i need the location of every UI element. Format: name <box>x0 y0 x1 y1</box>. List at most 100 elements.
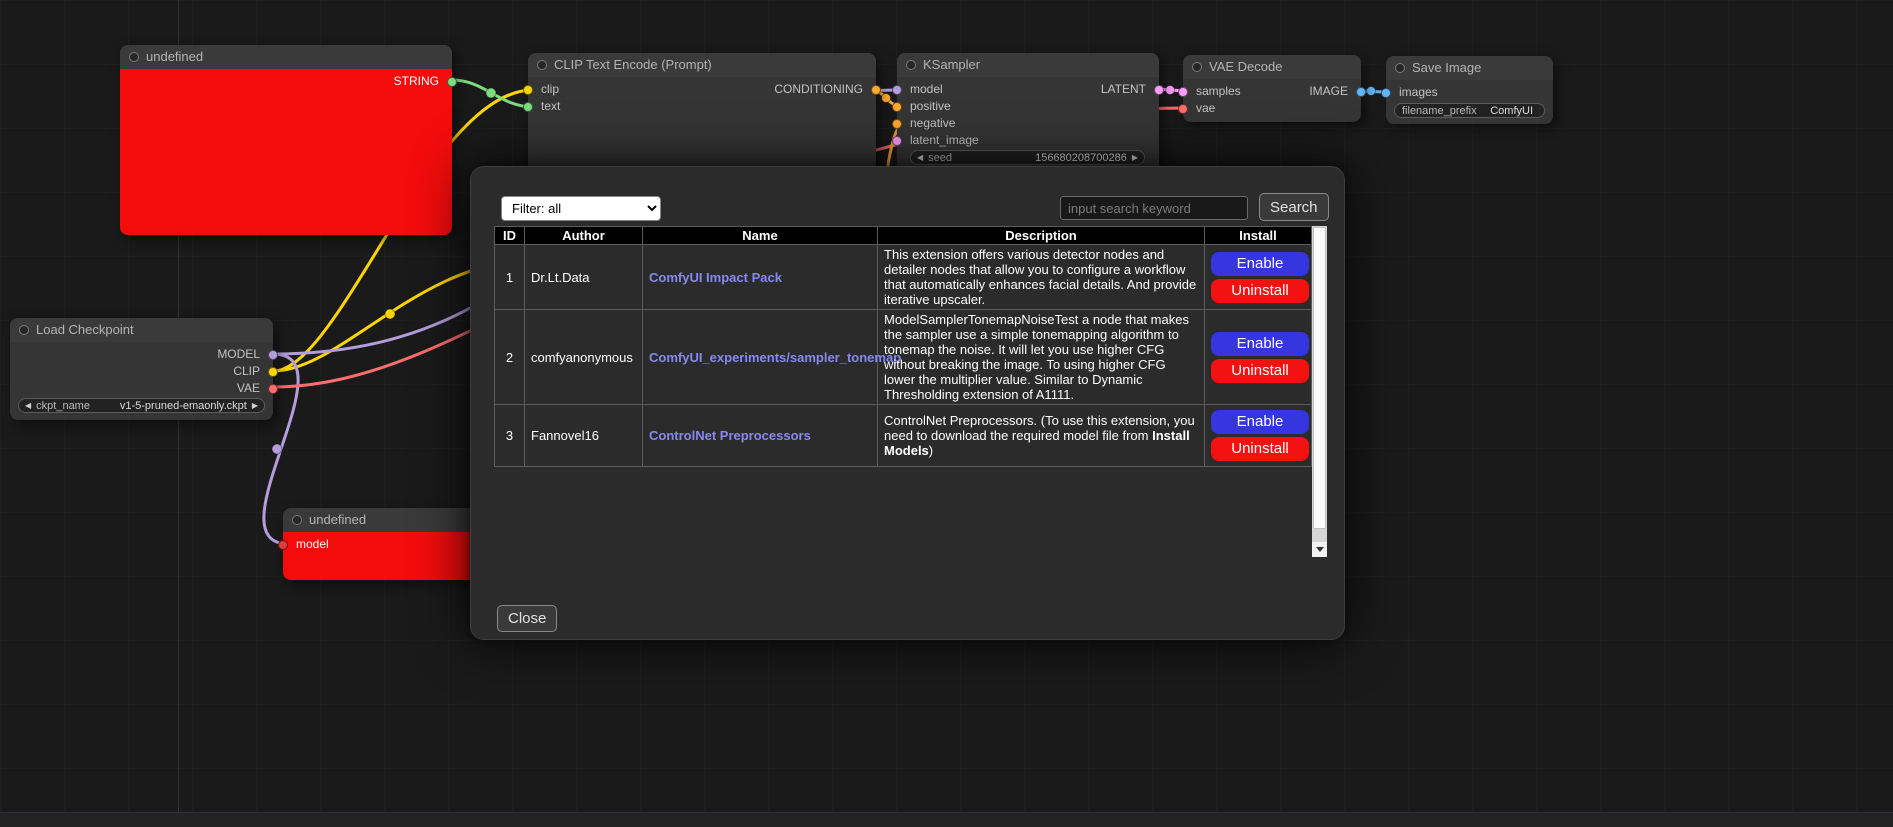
model-output-dot[interactable] <box>268 350 278 360</box>
enable-button[interactable]: Enable <box>1211 410 1309 434</box>
enable-button[interactable]: Enable <box>1211 332 1309 356</box>
uninstall-button[interactable]: Uninstall <box>1211 279 1309 303</box>
output-slot-image[interactable]: IMAGE <box>1183 83 1361 100</box>
comfyui-canvas[interactable]: undefined STRING CLIP Text Encode (Promp… <box>0 0 1893 827</box>
node-title: undefined <box>146 45 203 69</box>
output-slot-conditioning[interactable]: CONDITIONING <box>528 81 876 98</box>
node-title-bar[interactable]: VAE Decode <box>1183 55 1361 79</box>
input-slot-latent-image[interactable]: latent_image <box>897 132 1159 149</box>
widget-value: v1-5-pruned-emaonly.ckpt <box>120 400 247 412</box>
input-slot-images[interactable]: images <box>1386 84 1553 101</box>
image-output-dot[interactable] <box>1356 87 1366 97</box>
string-output-dot[interactable] <box>447 77 457 87</box>
node-title-bar[interactable]: undefined <box>120 45 452 69</box>
positive-input-dot[interactable] <box>892 102 902 112</box>
node-title: KSampler <box>923 53 980 77</box>
filter-select[interactable]: Filter: all <box>501 196 661 221</box>
widget-label: ckpt_name <box>36 400 90 412</box>
conditioning-output-dot[interactable] <box>871 85 881 95</box>
node-title-bar[interactable]: Load Checkpoint <box>10 318 273 342</box>
slot-label: latent_image <box>910 133 979 147</box>
output-slot-latent[interactable]: LATENT <box>897 81 1159 98</box>
close-button[interactable]: Close <box>497 605 557 632</box>
node-vae-decode[interactable]: VAE Decode samples vae IMAGE <box>1183 55 1361 122</box>
latent-output-dot[interactable] <box>1154 85 1164 95</box>
decrement-arrow-icon[interactable]: ◀ <box>25 398 31 413</box>
collapse-dot-icon[interactable] <box>1395 63 1405 73</box>
collapse-dot-icon[interactable] <box>129 52 139 62</box>
collapse-dot-icon[interactable] <box>906 60 916 70</box>
search-input[interactable] <box>1060 196 1248 220</box>
collapse-dot-icon[interactable] <box>292 515 302 525</box>
table-scrollbar[interactable] <box>1312 226 1327 557</box>
ext-description: ModelSamplerTonemapNoiseTest a node that… <box>878 310 1205 405</box>
slot-label: model <box>296 537 329 551</box>
widget-value: 156680208700286 <box>1035 152 1127 164</box>
extension-row: 3 Fannovel16 ControlNet Preprocessors Co… <box>495 405 1312 467</box>
output-slot-model[interactable]: MODEL <box>10 346 273 363</box>
uninstall-button[interactable]: Uninstall <box>1211 359 1309 383</box>
link-midpoint-dot <box>882 94 891 103</box>
ext-link[interactable]: ControlNet Preprocessors <box>649 428 811 443</box>
node-title-bar[interactable]: Save Image <box>1386 56 1553 80</box>
output-slot-string[interactable]: STRING <box>120 73 452 90</box>
collapse-dot-icon[interactable] <box>19 325 29 335</box>
link-midpoint-dot <box>385 309 395 319</box>
widget-value: ComfyUI <box>1490 105 1533 117</box>
ckpt-name-widget[interactable]: ◀ ckpt_name v1-5-pruned-emaonly.ckpt ▶ <box>18 398 265 413</box>
vae-input-dot[interactable] <box>1178 104 1188 114</box>
output-slot-clip[interactable]: CLIP <box>10 363 273 380</box>
node-undefined-top[interactable]: undefined STRING <box>120 45 452 235</box>
node-title-bar[interactable]: KSampler <box>897 53 1159 77</box>
collapse-dot-icon[interactable] <box>1192 62 1202 72</box>
input-slot-vae[interactable]: vae <box>1183 100 1361 117</box>
slot-label: STRING <box>394 74 439 88</box>
ext-description: ControlNet Preprocessors. (To use this e… <box>878 405 1205 467</box>
search-button[interactable]: Search <box>1259 193 1329 221</box>
node-title: Load Checkpoint <box>36 318 134 342</box>
node-save-image[interactable]: Save Image images filename_prefix ComfyU… <box>1386 56 1553 124</box>
latent-image-input-dot[interactable] <box>892 136 902 146</box>
extensions-table: ID Author Name Description Install 1 Dr.… <box>494 226 1311 467</box>
node-title-bar[interactable]: CLIP Text Encode (Prompt) <box>528 53 876 77</box>
increment-arrow-icon[interactable]: ▶ <box>252 398 258 413</box>
text-input-dot[interactable] <box>523 102 533 112</box>
ext-link[interactable]: ComfyUI_experiments/sampler_tonemap <box>649 350 901 365</box>
uninstall-button[interactable]: Uninstall <box>1211 437 1309 461</box>
output-slot-vae[interactable]: VAE <box>10 380 273 397</box>
header-id: ID <box>495 227 525 245</box>
slot-label: VAE <box>237 381 260 395</box>
model-input-dot[interactable] <box>278 540 288 550</box>
seed-widget[interactable]: ◀ seed 156680208700286 ▶ <box>910 150 1145 165</box>
input-slot-text[interactable]: text <box>528 98 876 115</box>
node-load-checkpoint[interactable]: Load Checkpoint MODEL CLIP VAE ◀ ckp <box>10 318 273 420</box>
arrow-down-icon <box>1316 547 1324 552</box>
enable-button[interactable]: Enable <box>1211 252 1309 276</box>
increment-arrow-icon[interactable]: ▶ <box>1132 150 1138 165</box>
link-midpoint-dot <box>1166 86 1175 95</box>
input-slot-positive[interactable]: positive <box>897 98 1159 115</box>
extension-row: 1 Dr.Lt.Data ComfyUI Impact Pack This ex… <box>495 245 1312 310</box>
node-title: Save Image <box>1412 56 1481 80</box>
scrollbar-thumb[interactable] <box>1313 227 1326 529</box>
widget-label: seed <box>928 152 952 164</box>
negative-input-dot[interactable] <box>892 119 902 129</box>
input-slot-negative[interactable]: negative <box>897 115 1159 132</box>
images-input-dot[interactable] <box>1381 88 1391 98</box>
extension-row: 2 comfyanonymous ComfyUI_experiments/sam… <box>495 310 1312 405</box>
ext-link[interactable]: ComfyUI Impact Pack <box>649 270 782 285</box>
clip-output-dot[interactable] <box>268 367 278 377</box>
node-title: CLIP Text Encode (Prompt) <box>554 53 712 77</box>
header-author: Author <box>525 227 643 245</box>
collapse-dot-icon[interactable] <box>537 60 547 70</box>
decrement-arrow-icon[interactable]: ◀ <box>917 150 923 165</box>
vae-output-dot[interactable] <box>268 384 278 394</box>
ext-author: Dr.Lt.Data <box>525 245 643 310</box>
slot-label: IMAGE <box>1309 84 1348 98</box>
scrollbar-down-button[interactable] <box>1312 542 1327 557</box>
filename-prefix-widget[interactable]: filename_prefix ComfyUI <box>1394 103 1545 118</box>
ext-description: This extension offers various detector n… <box>878 245 1205 310</box>
header-description: Description <box>878 227 1205 245</box>
widget-label: filename_prefix <box>1402 105 1477 117</box>
custom-nodes-manager-dialog: Filter: all Search ID Author Name Descri… <box>470 166 1345 640</box>
